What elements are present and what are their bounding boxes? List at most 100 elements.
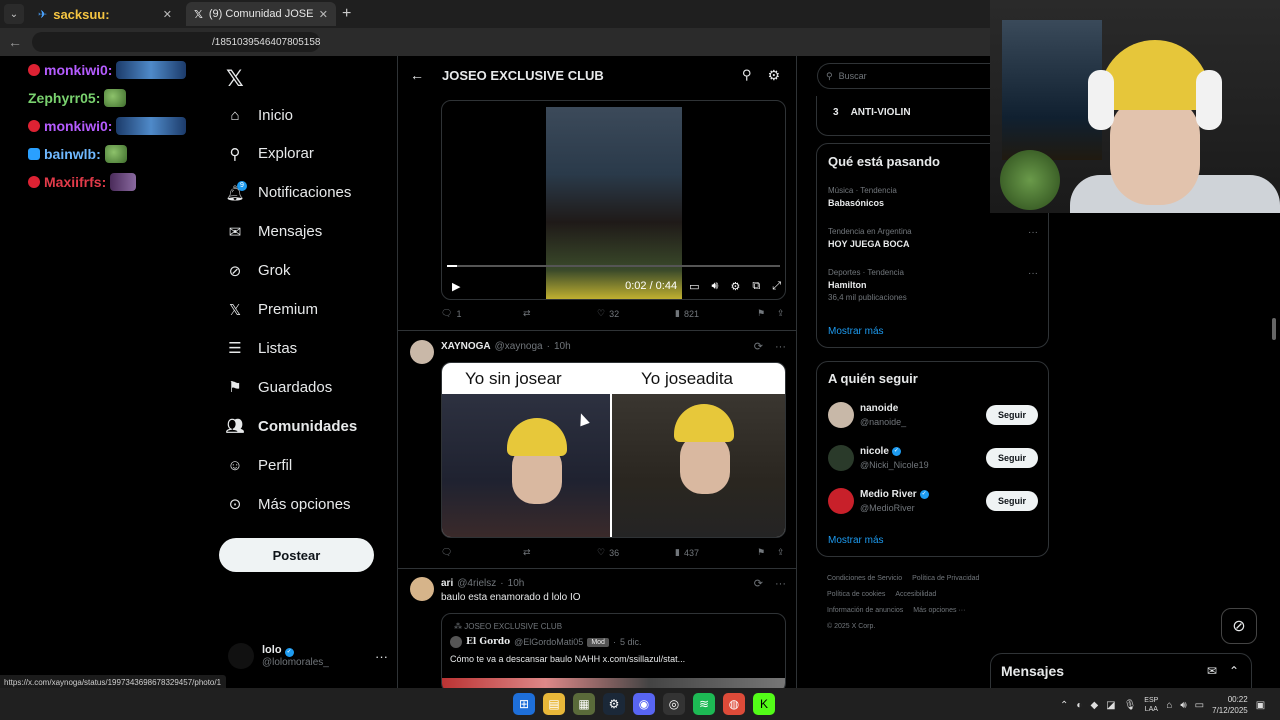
rank-item[interactable]: 3 ANTI-VIOLIN: [833, 107, 911, 118]
more-icon[interactable]: ···: [775, 341, 786, 353]
avatar[interactable]: [410, 577, 434, 601]
search-icon[interactable]: ⚲: [742, 67, 752, 83]
spotify-icon[interactable]: ≋: [693, 693, 715, 715]
reply-button[interactable]: 🗨︎ 1: [441, 308, 523, 319]
follow-button[interactable]: Seguir: [985, 448, 1038, 468]
nav-item-perfil[interactable]: ☺ Perfil: [226, 456, 292, 474]
share-icon[interactable]: ⇪: [777, 308, 785, 319]
tray-app-icon[interactable]: ◐: [1076, 700, 1082, 711]
more-icon[interactable]: ···: [1028, 268, 1038, 279]
app-icon[interactable]: ▦: [573, 693, 595, 715]
nav-item-más-opciones[interactable]: ⊙ Más opciones: [226, 495, 351, 514]
post-button[interactable]: Postear: [219, 538, 374, 572]
nav-item-notificaciones[interactable]: 🔔︎ 9 Notificaciones: [225, 180, 351, 202]
show-more-link[interactable]: Mostrar más: [828, 535, 884, 546]
language-indicator[interactable]: ESP LAA: [1144, 696, 1158, 714]
network-icon[interactable]: ⌂: [1166, 700, 1172, 711]
follow-suggestion[interactable]: nanoide @nanoide_ Seguir: [828, 402, 1038, 428]
footer-link[interactable]: Más opciones ···: [913, 607, 965, 614]
tweet-image[interactable]: Yo sin josear Yo joseadita: [441, 362, 786, 538]
search-input[interactable]: ⚲ Buscar: [817, 63, 990, 89]
clock[interactable]: 00:22 7/12/2025: [1212, 694, 1248, 716]
microphone-icon[interactable]: 🎙︎: [1124, 700, 1137, 711]
expand-icon[interactable]: ⌃: [1229, 664, 1239, 678]
tab-inactive[interactable]: ✈ sacksuu: ✕: [30, 2, 180, 26]
retweet-button[interactable]: ⇄: [523, 547, 597, 558]
nav-item-grok[interactable]: ⊘ Grok: [226, 262, 291, 280]
avatar[interactable]: [410, 340, 434, 364]
back-arrow-icon[interactable]: ←: [8, 34, 22, 50]
tab-list-button[interactable]: ⌄: [4, 4, 24, 24]
like-button[interactable]: ♡ 32: [597, 308, 675, 319]
start-icon[interactable]: ⊞: [513, 693, 535, 715]
volume-icon[interactable]: 🔊︎: [712, 280, 719, 293]
more-icon[interactable]: ···: [375, 649, 388, 664]
follow-suggestion[interactable]: Medio River ✓ @MedioRiver Seguir: [828, 488, 1038, 514]
tray-app-icon[interactable]: ◆: [1090, 700, 1098, 711]
footer-link[interactable]: Política de cookies: [827, 591, 885, 598]
notification-icon[interactable]: ▣: [1256, 700, 1265, 711]
quoted-tweet[interactable]: ⁂ JOSEO EXCLUSIVE CLUB El Gordo @ElGordo…: [441, 613, 786, 693]
author-handle[interactable]: @xaynoga: [495, 341, 543, 352]
follow-button[interactable]: Seguir: [985, 491, 1038, 511]
grok-icon[interactable]: ⟳: [754, 340, 763, 353]
footer-link[interactable]: Información de anuncios: [827, 607, 903, 614]
nav-item-mensajes[interactable]: ✉ Mensajes: [226, 223, 323, 241]
account-switcher[interactable]: lolo ✓ @lolomorales_ ···: [228, 643, 388, 669]
scrollbar-thumb[interactable]: [1272, 318, 1276, 340]
show-more-link[interactable]: Mostrar más: [828, 326, 884, 337]
views-button[interactable]: ▮ 821: [675, 308, 757, 319]
author-handle[interactable]: @4rielsz: [457, 578, 496, 589]
bookmark-icon[interactable]: ⚑: [757, 547, 777, 558]
nav-item-premium[interactable]: 𝕏 Premium: [226, 301, 318, 319]
reply-button[interactable]: 🗨︎: [441, 547, 523, 558]
footer-link[interactable]: Política de Privacidad: [912, 575, 979, 582]
kick-icon[interactable]: K: [753, 693, 775, 715]
footer-link[interactable]: Accesibilidad: [895, 591, 936, 598]
steam-icon[interactable]: ⚙: [603, 693, 625, 715]
play-icon[interactable]: ▶: [452, 280, 460, 293]
new-message-icon[interactable]: ✉: [1207, 664, 1217, 678]
author-name[interactable]: XAYNOGA: [441, 341, 491, 352]
discord-icon[interactable]: ◉: [633, 693, 655, 715]
retweet-button[interactable]: ⇄: [523, 308, 597, 319]
url-field[interactable]: /1851039546407805158: [32, 32, 321, 52]
more-icon[interactable]: ···: [1028, 227, 1038, 238]
video-player[interactable]: ▶ 0:02 / 0:44 ▭ 🔊︎ ⚙ ⧉ ⤢: [441, 100, 786, 300]
trend-item[interactable]: Tendencia en Argentina HOY JUEGA BOCA ···: [828, 227, 1038, 249]
more-icon[interactable]: ···: [775, 578, 786, 590]
tab-active[interactable]: 𝕏 (9) Comunidad JOSEO EXCLUSI ✕: [186, 2, 336, 26]
volume-icon[interactable]: 🔊︎: [1180, 700, 1186, 711]
tweet-time[interactable]: 10h: [508, 578, 525, 589]
chevron-up-icon[interactable]: ⌃: [1060, 700, 1068, 711]
video-progress-bar[interactable]: [447, 265, 780, 267]
views-button[interactable]: ▮ 437: [675, 547, 757, 558]
chrome-icon[interactable]: ◍: [723, 693, 745, 715]
nav-item-listas[interactable]: ☰ Listas: [226, 339, 297, 358]
grok-icon[interactable]: ⟳: [754, 577, 763, 590]
tweet-time[interactable]: 10h: [554, 341, 571, 352]
pip-icon[interactable]: ⧉: [752, 280, 760, 293]
author-name[interactable]: ari: [441, 578, 453, 589]
nav-item-comunidades[interactable]: 👥︎ Comunidades: [225, 417, 357, 436]
like-button[interactable]: ♡ 36: [597, 547, 675, 558]
share-icon[interactable]: ⇪: [777, 547, 785, 558]
messages-drawer[interactable]: Mensajes ✉ ⌃: [990, 653, 1252, 688]
captions-icon[interactable]: ▭: [689, 280, 699, 293]
nav-item-guardados[interactable]: ⚑ Guardados: [226, 378, 332, 397]
settings-icon[interactable]: ⚙: [730, 280, 740, 293]
close-tab-icon[interactable]: ✕: [163, 8, 172, 21]
follow-suggestion[interactable]: nicole ✓ @Nicki_Nicole19 Seguir: [828, 445, 1038, 471]
obs-icon[interactable]: ◎: [663, 693, 685, 715]
nvidia-icon[interactable]: ◪: [1106, 700, 1115, 711]
trend-item[interactable]: Deportes · Tendencia Hamilton 36,4 mil pub…: [828, 268, 1038, 302]
footer-link[interactable]: Condiciones de Servicio: [827, 575, 902, 582]
bookmark-icon[interactable]: ⚑: [757, 308, 777, 319]
footer-link[interactable]: © 2025 X Corp.: [827, 623, 875, 630]
battery-icon[interactable]: ▭: [1195, 700, 1204, 711]
fullscreen-icon[interactable]: ⤢: [772, 280, 781, 293]
nav-item-explorar[interactable]: ⚲ Explorar: [226, 145, 314, 163]
gear-icon[interactable]: ⚙: [767, 67, 780, 84]
follow-button[interactable]: Seguir: [985, 405, 1038, 425]
nav-item-inicio[interactable]: ⌂ Inicio: [226, 106, 293, 124]
